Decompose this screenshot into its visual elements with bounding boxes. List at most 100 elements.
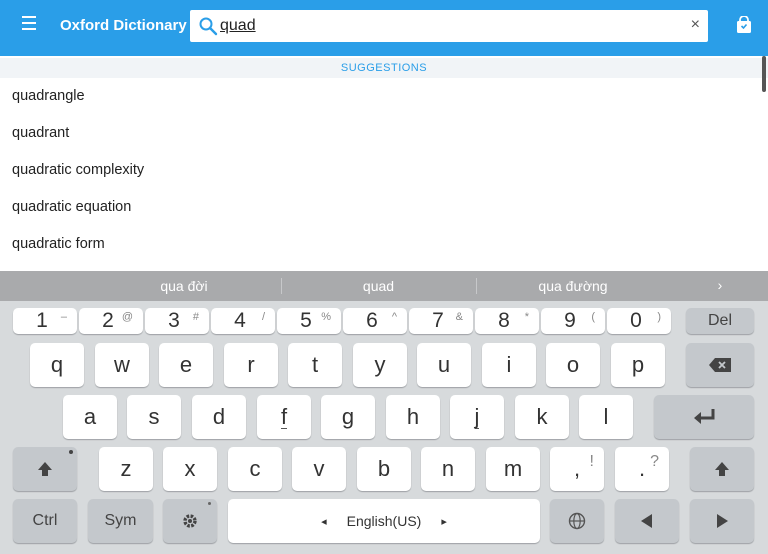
sym-key[interactable]: Sym [88,499,153,543]
shift-key-right[interactable] [690,447,754,491]
key-sup: @ [121,311,133,323]
prediction-item[interactable]: qua đời [88,271,280,301]
space-key[interactable]: ◂ English(US) ▸ [228,499,540,543]
key-d[interactable]: d [192,395,246,439]
key-sup: ! [589,453,594,470]
key-sup: # [192,311,199,323]
settings-key[interactable] [163,499,217,543]
key-g[interactable]: g [321,395,375,439]
keyboard: 1– 2 @ 3 # 4/ 5% 6 ^ 7 & 8 * 9( 0) Del q w e … [0,301,768,554]
menu-icon[interactable] [22,16,42,32]
prediction-item[interactable]: qua đường [477,271,669,301]
key-q[interactable]: q [30,343,84,387]
key-4[interactable]: 4/ [211,308,275,334]
prediction-more-icon[interactable]: › [708,271,732,301]
key-b[interactable]: b [357,447,411,491]
key-main: 5 [300,309,312,332]
key-0[interactable]: 0) [607,308,671,334]
key-r[interactable]: r [224,343,278,387]
language-key[interactable] [550,499,604,543]
suggestion-item[interactable]: quadrangle [0,78,760,115]
cursor-right-key[interactable] [690,499,754,543]
arrow-right-icon [717,514,728,528]
ctrl-key[interactable]: Ctrl [13,499,77,543]
key-sup: / [261,311,265,323]
suggestions-header: SUGGESTIONS [0,58,768,78]
caps-indicator-icon [69,450,73,454]
key-sup: ) [657,311,661,323]
key-main: 3 [168,309,180,332]
key-h[interactable]: h [386,395,440,439]
prediction-item[interactable]: quad [282,271,475,301]
backspace-key[interactable] [686,343,754,387]
key-main: 4 [234,309,246,332]
suggestion-item[interactable]: quadratic complexity [0,152,760,189]
key-t[interactable]: t [288,343,342,387]
key-a[interactable]: a [63,395,117,439]
key-6[interactable]: 6 ^ [343,308,407,334]
key-e[interactable]: e [159,343,213,387]
key-7[interactable]: 7 & [409,308,473,334]
scrollbar[interactable] [762,56,766,92]
search-icon [199,17,218,36]
key-main: 8 [498,309,510,332]
language-label: English(US) [346,513,422,529]
key-main: 1 [36,309,48,332]
key-sup: ^ [391,311,397,323]
key-2[interactable]: 2 @ [79,308,143,334]
arrow-left-icon [641,514,652,528]
key-main: , [573,456,581,481]
key-j[interactable]: j [450,395,504,439]
key-z[interactable]: z [99,447,153,491]
key-i[interactable]: i [482,343,536,387]
key-comma[interactable]: ,! [550,447,604,491]
key-x[interactable]: x [163,447,217,491]
app-bar: Oxford Dictionary × [0,0,768,56]
key-main: 7 [432,309,444,332]
key-u[interactable]: u [417,343,471,387]
key-w[interactable]: w [95,343,149,387]
del-key[interactable]: Del [686,308,754,334]
key-n[interactable]: n [421,447,475,491]
key-l[interactable]: l [579,395,633,439]
language-prev-icon: ◂ [321,515,327,528]
suggestion-item[interactable]: quadratic equation [0,189,760,226]
shift-icon [715,462,729,476]
key-k[interactable]: k [515,395,569,439]
suggestion-item[interactable]: quadratic form [0,226,760,263]
key-8[interactable]: 8 * [475,308,539,334]
suggestion-item[interactable]: quadrant [0,115,760,152]
prediction-bar: qua đời quad qua đường › [0,271,768,301]
key-9[interactable]: 9( [541,308,605,334]
shift-key-left[interactable] [13,447,77,491]
key-m[interactable]: m [486,447,540,491]
clear-icon[interactable]: × [691,16,700,34]
enter-key[interactable] [654,395,754,439]
key-1[interactable]: 1– [13,308,77,334]
key-main: 6 [366,309,378,332]
cursor-left-key[interactable] [615,499,679,543]
key-v[interactable]: v [292,447,346,491]
bag-icon[interactable] [736,16,752,34]
key-p[interactable]: p [611,343,665,387]
language-next-icon: ▸ [441,515,447,528]
key-5[interactable]: 5% [277,308,341,334]
key-c[interactable]: c [228,447,282,491]
search-bar[interactable]: × [190,10,708,42]
key-s[interactable]: s [127,395,181,439]
settings-dot-icon [208,502,211,505]
key-main: 2 [102,309,114,332]
key-f[interactable]: f [257,395,311,439]
key-sup: % [321,311,331,323]
backspace-icon [709,358,731,372]
globe-icon [568,512,586,530]
key-3[interactable]: 3 # [145,308,209,334]
key-y[interactable]: y [353,343,407,387]
search-input[interactable] [220,14,660,38]
key-label: j [474,403,480,429]
key-period[interactable]: .? [615,447,669,491]
key-sup: & [455,311,463,323]
key-sup: – [60,311,67,323]
key-main: . [638,456,646,481]
key-o[interactable]: o [546,343,600,387]
